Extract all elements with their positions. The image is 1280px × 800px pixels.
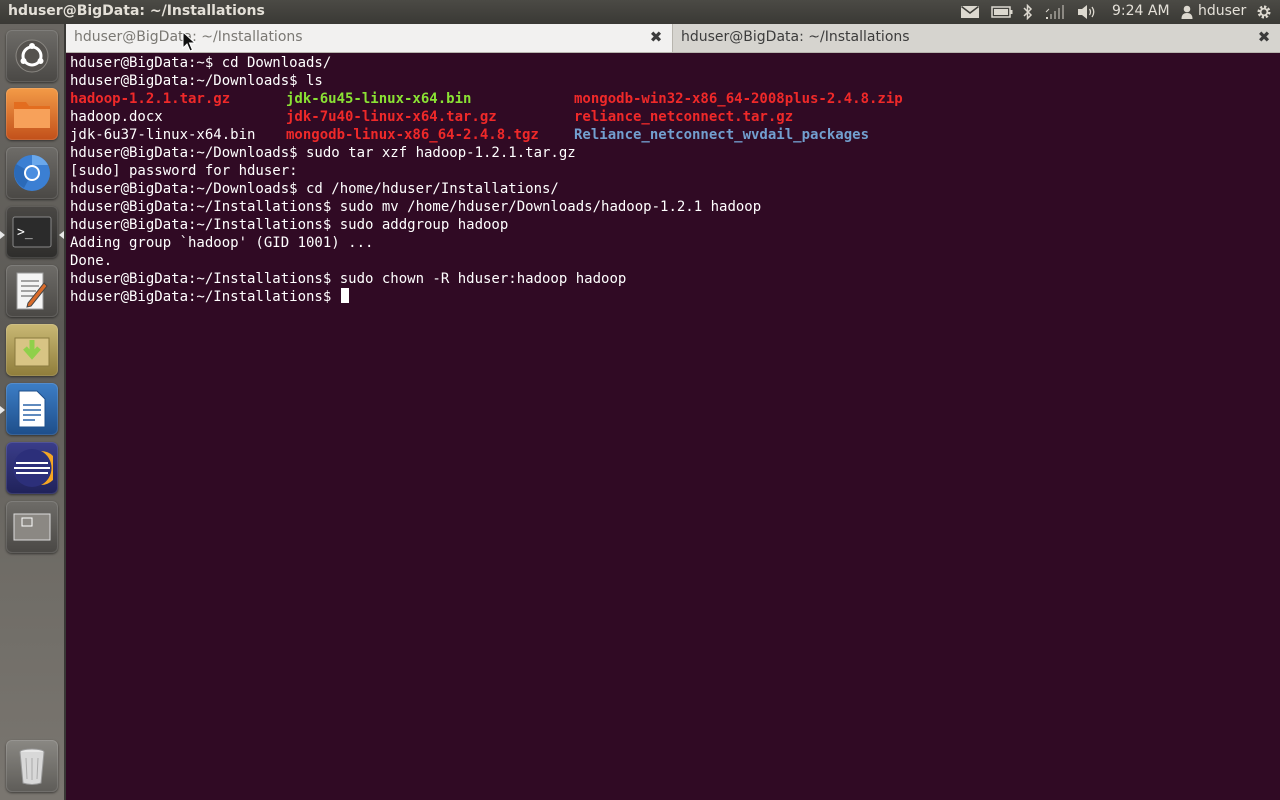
terminal-line: hduser@BigData:~/Installations$ sudo mv … — [70, 199, 762, 215]
archive-manager-icon[interactable] — [6, 324, 58, 376]
terminal-window[interactable]: hduser@BigData: ~/Installations ✖ hduser… — [66, 24, 1280, 800]
battery-icon[interactable] — [988, 0, 1016, 24]
terminal-prompt: hduser@BigData:~/Installations$ — [70, 289, 340, 305]
terminal-line: Adding group `hadoop' (GID 1001) ... — [70, 235, 374, 251]
ls-entry: Reliance_netconnect_wvdail_packages — [574, 127, 870, 143]
bluetooth-icon[interactable] — [1018, 0, 1038, 24]
network-icon[interactable] — [1042, 0, 1068, 24]
launcher-running-indicator — [0, 231, 5, 239]
launcher-running-indicator — [0, 406, 5, 414]
terminal-line: Done. — [70, 253, 113, 269]
volume-icon[interactable] — [1074, 0, 1100, 24]
text-editor-icon[interactable] — [6, 265, 58, 317]
ls-entry: jdk-6u37-linux-x64.bin — [70, 127, 256, 143]
ls-output-row: hadoop-1.2.1.tar.gz jdk-6u45-linux-x64.b… — [70, 90, 1270, 108]
gear-icon[interactable] — [1253, 0, 1275, 24]
terminal-line: hduser@BigData:~/Downloads$ sudo tar xzf… — [70, 145, 576, 161]
mouse-pointer-icon — [182, 31, 196, 52]
terminal-line: hduser@BigData:~/Downloads$ ls — [70, 73, 323, 89]
tab-installations-1[interactable]: hduser@BigData: ~/Installations ✖ — [66, 24, 672, 52]
trash-icon[interactable] — [6, 740, 58, 792]
eclipse-icon[interactable] — [6, 442, 58, 494]
terminal-output[interactable]: hduser@BigData:~$ cd Downloads/ hduser@B… — [70, 54, 1270, 794]
dash-home-icon[interactable] — [6, 30, 58, 82]
ls-entry: hadoop.docx — [70, 109, 163, 125]
close-tab-icon[interactable]: ✖ — [1256, 28, 1272, 46]
ls-entry: mongodb-linux-x86_64-2.4.8.tgz — [286, 127, 539, 143]
terminal-line: hduser@BigData:~$ cd Downloads/ — [70, 55, 332, 71]
ls-entry: jdk-6u45-linux-x64.bin — [286, 91, 472, 107]
ls-entry: mongodb-win32-x86_64-2008plus-2.4.8.zip — [574, 91, 903, 107]
svg-text:>_: >_ — [17, 225, 33, 240]
mail-icon[interactable] — [958, 0, 982, 24]
terminal-line: hduser@BigData:~/Installations$ sudo add… — [70, 217, 509, 233]
chromium-icon[interactable] — [6, 147, 58, 199]
top-panel: hduser@BigData: ~/Installations 9:24 AM … — [0, 0, 1280, 24]
user-name[interactable]: hduser — [1198, 3, 1246, 19]
terminal-icon[interactable]: >_ — [6, 206, 58, 258]
writer-icon[interactable] — [6, 383, 58, 435]
scrollbar[interactable] — [1272, 54, 1280, 794]
clock[interactable]: 9:24 AM — [1112, 3, 1170, 19]
ls-entry: reliance_netconnect.tar.gz — [574, 109, 794, 125]
ls-entry: hadoop-1.2.1.tar.gz — [70, 91, 231, 107]
tab-label: hduser@BigData: ~/Installations — [681, 29, 910, 45]
user-icon[interactable] — [1178, 0, 1196, 24]
tab-bar: hduser@BigData: ~/Installations ✖ hduser… — [66, 24, 1280, 53]
ls-entry: jdk-7u40-linux-x64.tar.gz — [286, 109, 497, 125]
ls-output-row: hadoop.docx jdk-7u40-linux-x64.tar.gz re… — [70, 108, 1270, 126]
text-cursor — [340, 288, 349, 303]
tab-installations-2[interactable]: hduser@BigData: ~/Installations ✖ — [672, 24, 1280, 52]
window-title: hduser@BigData: ~/Installations — [8, 3, 265, 19]
terminal-line: [sudo] password for hduser: — [70, 163, 298, 179]
terminal-line: hduser@BigData:~/Downloads$ cd /home/hdu… — [70, 181, 559, 197]
close-tab-icon[interactable]: ✖ — [648, 28, 664, 46]
terminal-line: hduser@BigData:~/Installations$ sudo cho… — [70, 271, 627, 287]
ls-output-row: jdk-6u37-linux-x64.bin mongodb-linux-x86… — [70, 126, 1270, 144]
terminal-prompt-line[interactable]: hduser@BigData:~/Installations$ — [70, 288, 1270, 306]
files-icon[interactable] — [6, 88, 58, 140]
workspace-switcher-icon[interactable] — [6, 501, 58, 553]
launcher: >_ — [0, 24, 64, 800]
